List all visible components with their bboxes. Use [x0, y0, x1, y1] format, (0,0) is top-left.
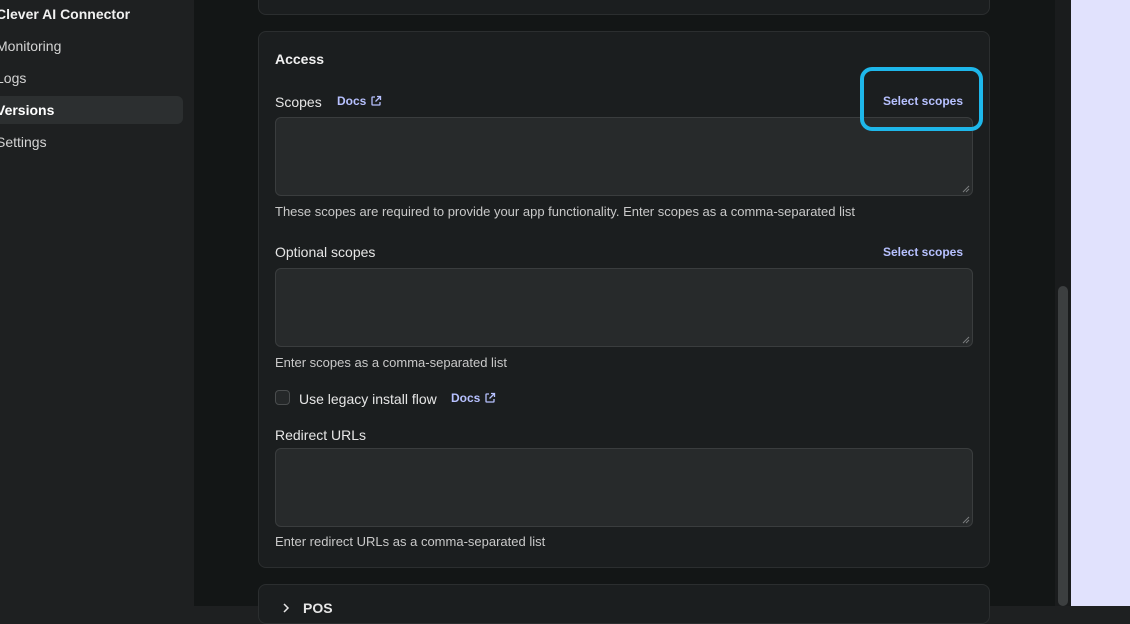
sidebar-item-label: Versions [0, 102, 55, 118]
sidebar-item-settings[interactable]: Settings [0, 128, 183, 156]
optional-scopes-help-text: Enter scopes as a comma-separated list [275, 355, 507, 370]
scopes-docs-link[interactable]: Docs [337, 94, 382, 108]
docs-link-label: Docs [337, 94, 367, 108]
resize-grip-icon[interactable] [962, 516, 970, 524]
sidebar-item-label: Settings [0, 134, 47, 150]
sidebar-item-versions[interactable]: Versions [0, 96, 183, 124]
resize-grip-icon[interactable] [962, 185, 970, 193]
pos-section-card[interactable]: POS [258, 584, 990, 624]
external-link-icon [371, 95, 382, 106]
scrollbar-thumb[interactable] [1058, 286, 1068, 606]
section-title: Access [275, 51, 325, 67]
optional-scopes-select-scopes-link[interactable]: Select scopes [883, 245, 963, 259]
redirect-urls-help-text: Enter redirect URLs as a comma-separated… [275, 534, 546, 549]
external-link-icon [485, 392, 496, 403]
sidebar: Clever AI Connector Monitoring Logs Vers… [0, 0, 194, 606]
scopes-help-text: These scopes are required to provide you… [275, 204, 856, 219]
redirect-urls-textarea[interactable] [275, 448, 973, 527]
legacy-install-docs-link[interactable]: Docs [451, 391, 496, 405]
optional-scopes-textarea[interactable] [275, 268, 973, 347]
previous-section-card [258, 0, 990, 15]
sidebar-item-label: Monitoring [0, 38, 62, 54]
scopes-label: Scopes [275, 94, 322, 110]
sidebar-item-logs[interactable]: Logs [0, 64, 183, 92]
highlight-ring [860, 67, 983, 131]
right-pane [1071, 0, 1130, 606]
legacy-install-checkbox[interactable] [275, 390, 290, 405]
app-name: Clever AI Connector [0, 6, 131, 22]
docs-link-label: Docs [451, 391, 481, 405]
chevron-right-icon [283, 603, 290, 613]
sidebar-item-monitoring[interactable]: Monitoring [0, 32, 183, 60]
resize-grip-icon[interactable] [962, 336, 970, 344]
sidebar-item-label: Logs [0, 70, 27, 86]
pos-section-title: POS [303, 600, 333, 616]
optional-scopes-label: Optional scopes [275, 244, 376, 260]
redirect-urls-label: Redirect URLs [275, 427, 367, 443]
legacy-install-label[interactable]: Use legacy install flow [299, 391, 437, 407]
